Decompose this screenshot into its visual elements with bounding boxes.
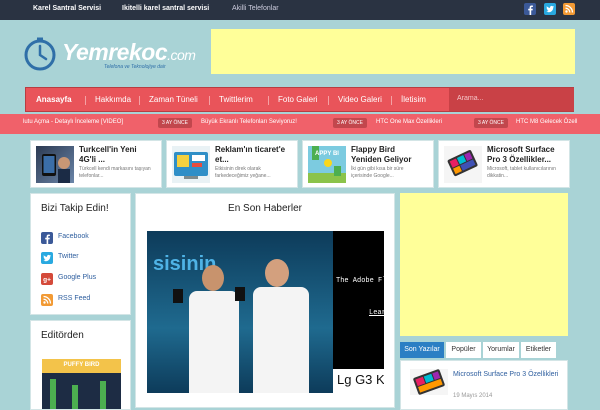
- follow-us-widget: Bizi Takip Edin! Facebook Twitter g+ Goo…: [30, 193, 131, 315]
- logo-tld: .com: [167, 47, 196, 63]
- follow-twitter[interactable]: Twitter: [41, 252, 127, 264]
- topbar-link-karel[interactable]: Karel Santral Servisi: [33, 5, 101, 12]
- tab-label: Yorumlar: [487, 346, 515, 353]
- facebook-icon[interactable]: [524, 3, 536, 15]
- tab-label: Etiketler: [525, 346, 552, 353]
- card-thumbnail: APPY BI: [308, 146, 346, 183]
- card-thumbnail: [172, 146, 210, 183]
- follow-label: Google Plus: [58, 274, 97, 281]
- news-image-text: The Adobe Fl: [336, 277, 384, 285]
- nav-item-hakkimda[interactable]: Hakkımda: [95, 95, 131, 104]
- logo-tagline: Telefona ve Teknolojiye dair: [104, 64, 166, 70]
- search-placeholder: Arama...: [457, 95, 484, 102]
- time-badge: 3 AY ÖNCE: [158, 118, 192, 128]
- follow-facebook[interactable]: Facebook: [41, 232, 127, 244]
- editors-thumb-text: PUFFY BIRD: [63, 362, 100, 368]
- site-logo[interactable]: Yemrekoc.com Telefona ve Teknolojiye dai…: [22, 36, 212, 76]
- editors-thumbnail[interactable]: PUFFY BIRD: [42, 359, 121, 409]
- sidebar-ad-banner[interactable]: [400, 193, 568, 336]
- card-excerpt: Türkcell kendi markasını taşıyan telefon…: [79, 166, 151, 179]
- card-title[interactable]: Turkcell'in Yeni 4G'li ...: [79, 145, 151, 165]
- top-ad-banner[interactable]: [211, 29, 575, 74]
- tab-populer[interactable]: Popüler: [446, 342, 481, 358]
- featured-card[interactable]: Reklam'ın ticaret'e et... Etkisinin dire…: [166, 140, 298, 188]
- twitter-icon: [41, 252, 53, 264]
- card-title[interactable]: Microsoft Surface Pro 3 Özellikler...: [487, 145, 559, 165]
- svg-text:APPY BI: APPY BI: [315, 151, 339, 157]
- tab-label: Son Yazılar: [404, 346, 440, 353]
- svg-text:g+: g+: [43, 277, 51, 284]
- nav-item-twittlerim[interactable]: Twittlerim: [219, 95, 253, 104]
- top-bar: Karel Santral Servisi Ikitelli karel san…: [0, 0, 600, 20]
- news-image[interactable]: sisinin The Adobe Fl Lear Lg G3 K: [147, 231, 384, 393]
- rss-icon: [41, 294, 53, 306]
- recent-posts-panel: Microsoft Surface Pro 3 Özellikleri 19 M…: [400, 360, 568, 410]
- widget-title: En Son Haberler: [228, 203, 302, 214]
- tab-etiketler[interactable]: Etiketler: [521, 342, 556, 358]
- news-caption: Lg G3 K: [337, 372, 384, 387]
- card-excerpt: Microsoft, tablet kullanıcılarının dikka…: [487, 166, 556, 179]
- topbar-link-ikitelli[interactable]: Ikitelli karel santral servisi: [122, 5, 209, 12]
- tab-yorumlar[interactable]: Yorumlar: [483, 342, 519, 358]
- follow-rss[interactable]: RSS Feed: [41, 294, 127, 306]
- tab-son-yazilar[interactable]: Son Yazılar: [400, 342, 444, 358]
- featured-card[interactable]: APPY BI Flappy Bird Yeniden Geliyor İki …: [302, 140, 434, 188]
- nav-item-video-galeri[interactable]: Video Galeri: [338, 95, 382, 104]
- news-image-link: Lear: [369, 309, 384, 317]
- tab-label: Popüler: [451, 346, 476, 353]
- news-ticker: lutu Açma - Detaylı İnceleme [VIDEO] 3 A…: [0, 114, 600, 134]
- latest-news-widget: En Son Haberler sisinin The Adobe Fl Lea…: [135, 193, 395, 408]
- card-excerpt: İki gün gibi kısa bir süre içerisinde Go…: [351, 166, 404, 179]
- card-thumbnail: [36, 146, 74, 183]
- ticker-item[interactable]: HTC M8 Gelecek Özell: [516, 119, 577, 125]
- nav-item-iletisim[interactable]: İletisim: [401, 95, 426, 104]
- nav-item-zaman-tuneli[interactable]: Zaman Tüneli: [149, 95, 198, 104]
- follow-label: RSS Feed: [58, 295, 91, 302]
- ticker-item[interactable]: Büyük Ekranlı Telefonları Seviyoruz!: [201, 119, 297, 125]
- card-excerpt: Etkisinin direk olarak farkedeceğimiz ye…: [215, 166, 271, 179]
- featured-card[interactable]: Microsoft Surface Pro 3 Özellikler... Mi…: [438, 140, 570, 188]
- post-date: 19 Mayıs 2014: [453, 393, 493, 399]
- nav-item-anasayfa[interactable]: Anasayfa: [36, 95, 72, 104]
- ticker-item[interactable]: HTC One Max Özellikleri: [376, 119, 442, 125]
- google-plus-icon: g+: [41, 273, 53, 285]
- editors-widget: Editörden PUFFY BIRD: [30, 320, 131, 410]
- follow-label: Twitter: [58, 253, 79, 260]
- card-thumbnail: [444, 146, 482, 183]
- facebook-icon: [41, 232, 53, 244]
- widget-title: Editörden: [41, 330, 84, 341]
- rss-icon[interactable]: [563, 3, 575, 15]
- post-title[interactable]: Microsoft Surface Pro 3 Özellikleri: [453, 370, 563, 380]
- follow-label: Facebook: [58, 233, 89, 240]
- topbar-link-akilli[interactable]: Akilli Telefonlar: [232, 5, 279, 12]
- time-badge: 3 AY ÖNCE: [474, 118, 508, 128]
- sidebar-tabs: Son Yazılar Popüler Yorumlar Etiketler: [400, 342, 568, 358]
- follow-google-plus[interactable]: g+ Google Plus: [41, 273, 127, 285]
- main-nav: Anasayfa Hakkımda Zaman Tüneli Twittleri…: [25, 87, 574, 112]
- time-badge: 3 AY ÖNCE: [333, 118, 367, 128]
- logo-name: Yemrekoc: [62, 39, 168, 65]
- clock-icon: [24, 37, 56, 71]
- ticker-item[interactable]: lutu Açma - Detaylı İnceleme [VIDEO]: [23, 119, 123, 125]
- post-thumbnail[interactable]: [410, 369, 448, 395]
- card-title[interactable]: Reklam'ın ticaret'e et...: [215, 145, 287, 165]
- widget-title: Bizi Takip Edin!: [41, 203, 109, 214]
- card-title[interactable]: Flappy Bird Yeniden Geliyor: [351, 145, 423, 165]
- featured-card[interactable]: Turkcell'in Yeni 4G'li ... Türkcell kend…: [30, 140, 162, 188]
- search-box[interactable]: Arama...: [449, 88, 574, 111]
- nav-item-foto-galeri[interactable]: Foto Galeri: [278, 95, 318, 104]
- twitter-icon[interactable]: [544, 3, 556, 15]
